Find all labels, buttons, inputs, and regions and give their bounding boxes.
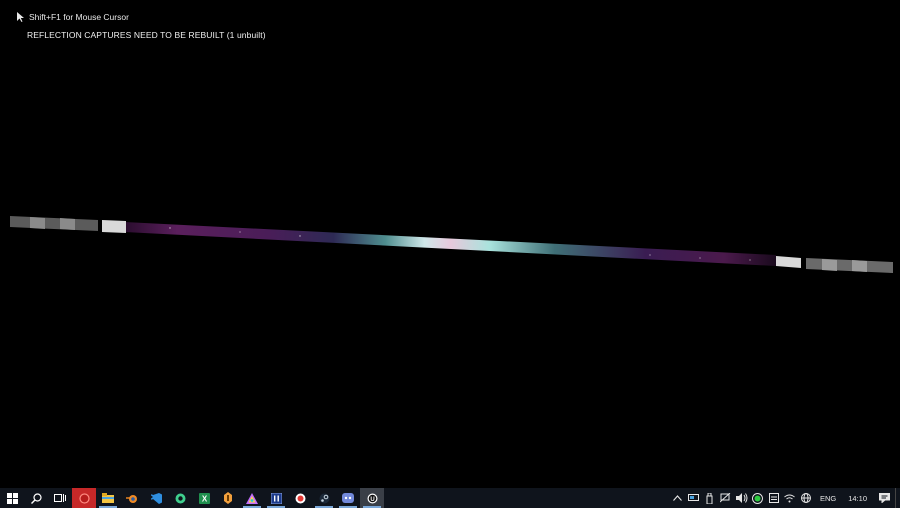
svg-text:X: X (201, 494, 207, 503)
notification-icon (878, 493, 890, 503)
taskbar: X U ENG 14:10 (0, 488, 900, 508)
game-viewport[interactable]: Shift+F1 for Mouse Cursor REFLECTION CAP… (0, 0, 900, 488)
task-view-button[interactable] (48, 488, 72, 508)
taskbar-app-record[interactable] (288, 488, 312, 508)
system-tray: ENG 14:10 (670, 488, 900, 508)
tray-item-connection[interactable] (718, 488, 734, 508)
taskbar-app-file-explorer[interactable] (96, 488, 120, 508)
taskbar-app-discord[interactable] (336, 488, 360, 508)
taskbar-app-red[interactable] (72, 488, 96, 508)
unreal-engine-icon: U (367, 493, 377, 503)
taskbar-app-green[interactable] (168, 488, 192, 508)
colorful-app-icon (246, 492, 258, 504)
taskbar-app-steam[interactable] (312, 488, 336, 508)
taskbar-app-dark-blue[interactable] (264, 488, 288, 508)
taskbar-app-colorful[interactable] (240, 488, 264, 508)
record-icon (295, 493, 305, 503)
windows-icon (6, 492, 18, 504)
taskbar-app-excel[interactable]: X (192, 488, 216, 508)
orange-app-icon (224, 492, 232, 504)
svg-text:U: U (370, 496, 374, 502)
tray-item-globe[interactable] (798, 488, 814, 508)
task-view-icon (54, 494, 66, 502)
folder-icon (102, 493, 114, 503)
taskbar-app-vscode[interactable] (144, 488, 168, 508)
language-indicator[interactable]: ENG (814, 494, 842, 503)
galaxy-strip (125, 222, 776, 266)
show-desktop-button[interactable] (895, 488, 900, 508)
tray-item-display[interactable] (686, 488, 702, 508)
dark-blue-app-icon (270, 492, 282, 504)
checker-strip-right (776, 256, 893, 273)
speaker-icon (735, 493, 748, 503)
vscode-icon (150, 492, 162, 504)
discord-icon (342, 493, 354, 503)
search-button[interactable] (24, 488, 48, 508)
hint-text: Shift+F1 for Mouse Cursor (29, 12, 129, 22)
globe-icon (800, 493, 811, 503)
wifi-button[interactable] (782, 488, 798, 508)
chevron-up-icon (673, 495, 683, 501)
show-hidden-icons-button[interactable] (670, 488, 686, 508)
scene-canvas (10, 216, 893, 273)
start-button[interactable] (0, 488, 24, 508)
wifi-icon (784, 494, 796, 502)
clock[interactable]: 14:10 (842, 494, 873, 503)
reflection-warning: REFLECTION CAPTURES NEED TO BE REBUILT (… (27, 30, 266, 40)
usb-drive-icon (706, 492, 713, 504)
tray-item-usb[interactable] (702, 488, 718, 508)
taskbar-app-unreal-engine[interactable]: U (360, 488, 384, 508)
green-status-icon (752, 492, 764, 504)
taskbar-app-blender[interactable] (120, 488, 144, 508)
cursor-icon (17, 12, 24, 22)
excel-icon: X (198, 492, 210, 504)
monitor-icon (688, 493, 700, 501)
network-off-icon (720, 493, 731, 503)
tray-item-ime[interactable] (766, 488, 782, 508)
ime-icon (768, 493, 779, 503)
blender-icon (126, 494, 137, 503)
checker-strip-left (10, 216, 126, 233)
steam-icon (319, 493, 329, 503)
green-app-icon (175, 493, 185, 503)
volume-button[interactable] (734, 488, 750, 508)
notifications-button[interactable] (873, 488, 895, 508)
search-icon (30, 492, 42, 504)
red-app-icon (78, 492, 90, 504)
tray-item-green-status[interactable] (750, 488, 766, 508)
mouse-cursor-hint: Shift+F1 for Mouse Cursor (17, 12, 129, 22)
taskbar-app-orange[interactable] (216, 488, 240, 508)
